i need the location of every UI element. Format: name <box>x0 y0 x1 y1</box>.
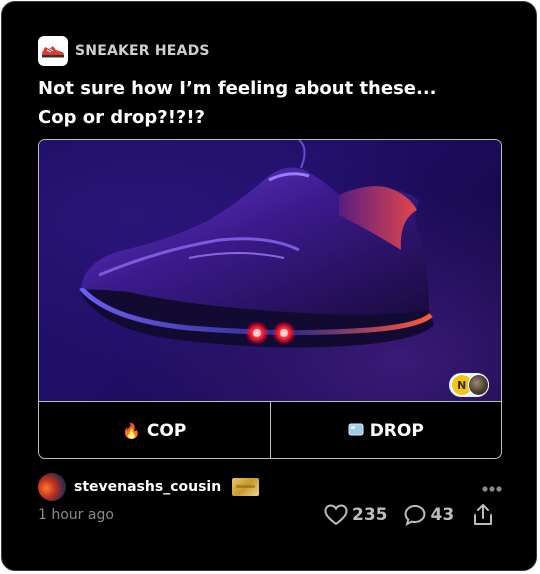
community-header[interactable]: SNEAKER HEADS <box>38 36 210 66</box>
poll-option-label: DROP <box>369 420 424 441</box>
voters-chip[interactable]: N <box>449 373 489 397</box>
poll-option-drop[interactable]: DROP <box>269 402 502 458</box>
sneaker-icon <box>38 36 68 66</box>
more-options-icon[interactable] <box>481 478 503 492</box>
fire-emoji-icon: 🔥 <box>122 421 141 440</box>
poll-option-label: COP <box>146 420 187 441</box>
comment-icon <box>404 504 425 526</box>
timestamp: 1 hour ago <box>38 507 114 523</box>
like-button[interactable]: 235 <box>324 504 388 526</box>
comment-count: 43 <box>430 505 455 525</box>
post-title: Not sure how I’m feeling about these... … <box>38 78 437 128</box>
sneaker-photo[interactable]: N <box>39 140 501 401</box>
comments-button[interactable]: 43 <box>403 504 455 526</box>
poll-option-cop[interactable]: 🔥 COP <box>39 402 270 458</box>
voter-avatar-photo <box>467 374 489 396</box>
share-button[interactable] <box>472 503 498 527</box>
like-count: 235 <box>352 505 388 525</box>
poll-options: 🔥 COP DROP <box>39 401 502 458</box>
gold-badge-icon <box>232 478 260 496</box>
avatar[interactable] <box>38 473 66 501</box>
post-actions: 235 43 <box>324 501 498 529</box>
author-row: stevenashs_cousin <box>38 473 260 501</box>
poll: N 🔥 COP DROP <box>38 139 502 459</box>
heart-icon <box>324 504 348 526</box>
author-username[interactable]: stevenashs_cousin <box>74 479 221 495</box>
share-icon <box>474 504 493 525</box>
post-card: SNEAKER HEADS Not sure how I’m feeling a… <box>1 1 537 571</box>
ice-cube-icon <box>348 422 364 440</box>
community-name[interactable]: SNEAKER HEADS <box>75 43 210 59</box>
